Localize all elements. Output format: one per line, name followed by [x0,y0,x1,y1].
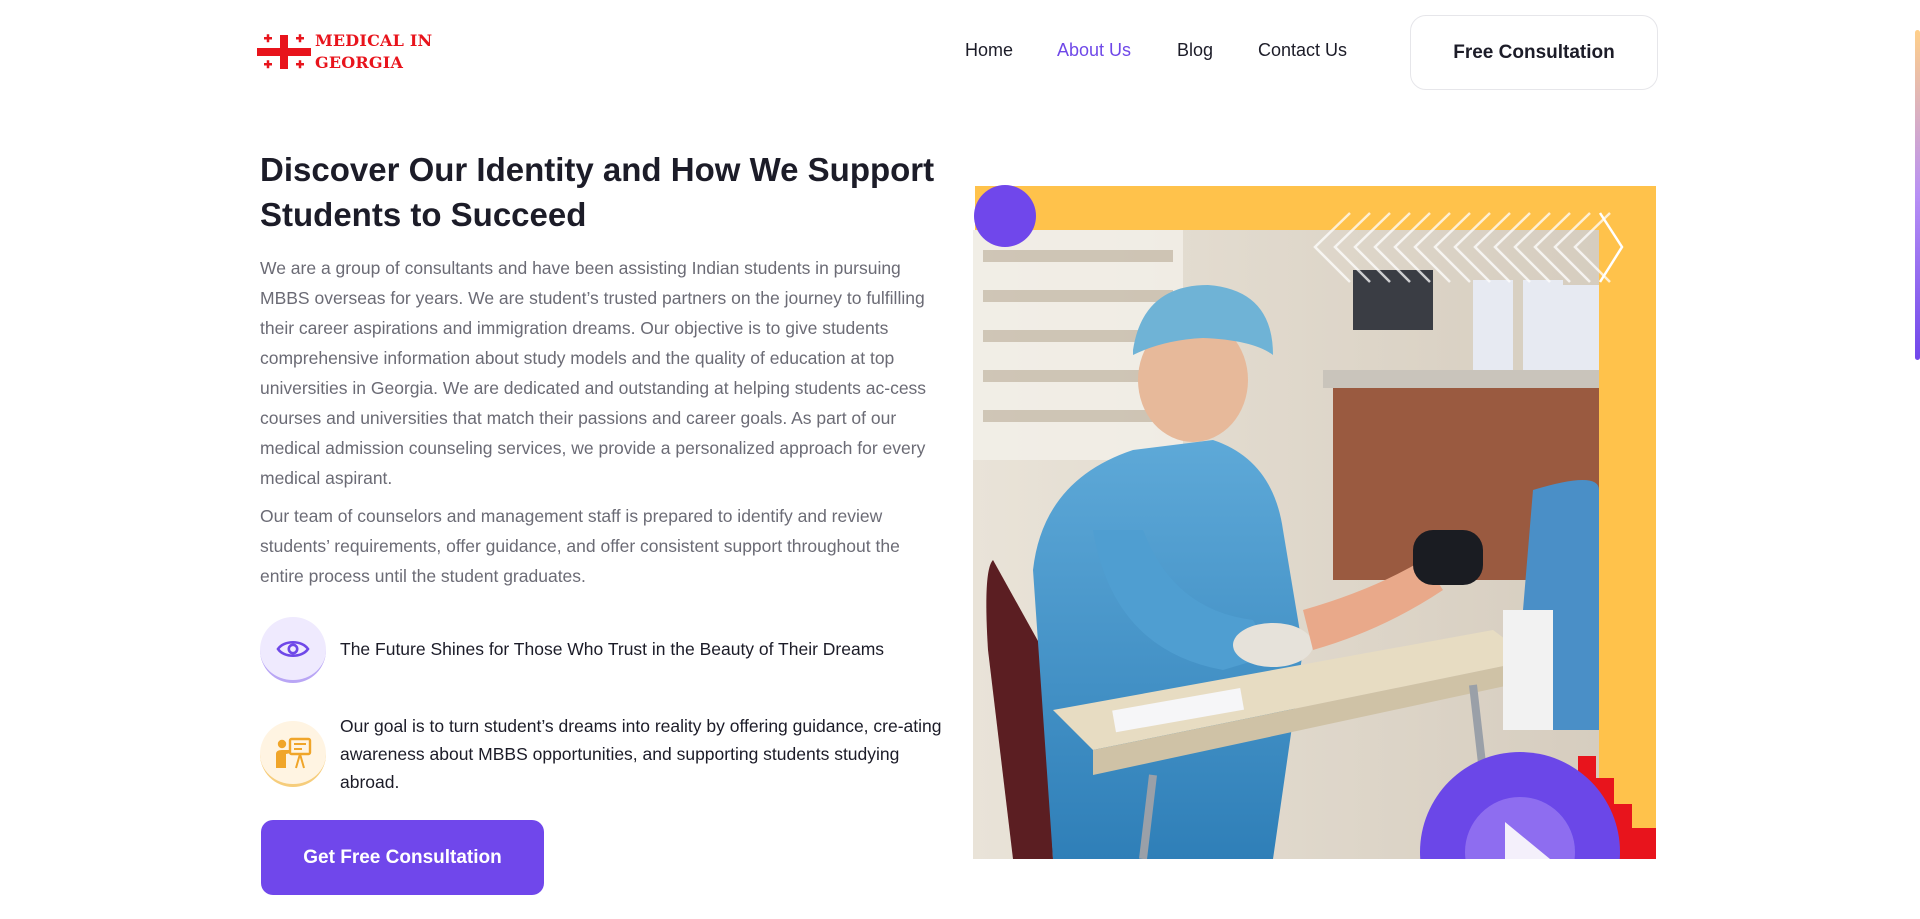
nav-contact-us[interactable]: Contact Us [1258,40,1347,61]
georgian-cross-icon [257,34,311,69]
brand-line-1: MEDICAL IN [315,31,433,50]
feature-item-dreams: The Future Shines for Those Who Trust in… [260,617,945,683]
site-header: MEDICAL IN GEORGIA Home About Us Blog Co… [0,0,1920,104]
play-icon [1420,752,1620,859]
brand-name: MEDICAL IN GEORGIA [315,30,432,74]
free-consultation-button[interactable]: Free Consultation [1410,15,1658,90]
feature-text: The Future Shines for Those Who Trust in… [340,639,885,659]
video-play-button[interactable] [1420,752,1620,859]
scroll-indicator[interactable] [1915,30,1920,360]
feature-text: Our goal is to turn student’s dreams int… [340,716,942,792]
get-free-consultation-button[interactable]: Get Free Consultation [261,820,544,895]
team-paragraph: Our team of counselors and management st… [260,506,900,586]
nav-home[interactable]: Home [965,40,1013,61]
intro-paragraph: We are a group of consultants and have b… [260,258,927,488]
brand-line-2: GEORGIA [315,53,404,72]
eye-icon [260,617,326,683]
page-title: Discover Our Identity and How We Support… [260,151,935,233]
nav-blog[interactable]: Blog [1177,40,1213,61]
decorative-chevron-pattern [1313,212,1624,283]
teacher-board-icon [260,721,326,787]
decorative-purple-circle [974,185,1036,247]
feature-item-goal: Our goal is to turn student’s dreams int… [260,716,945,796]
brand-logo[interactable]: MEDICAL IN GEORGIA [257,30,432,74]
nav-about-us[interactable]: About Us [1057,40,1131,61]
